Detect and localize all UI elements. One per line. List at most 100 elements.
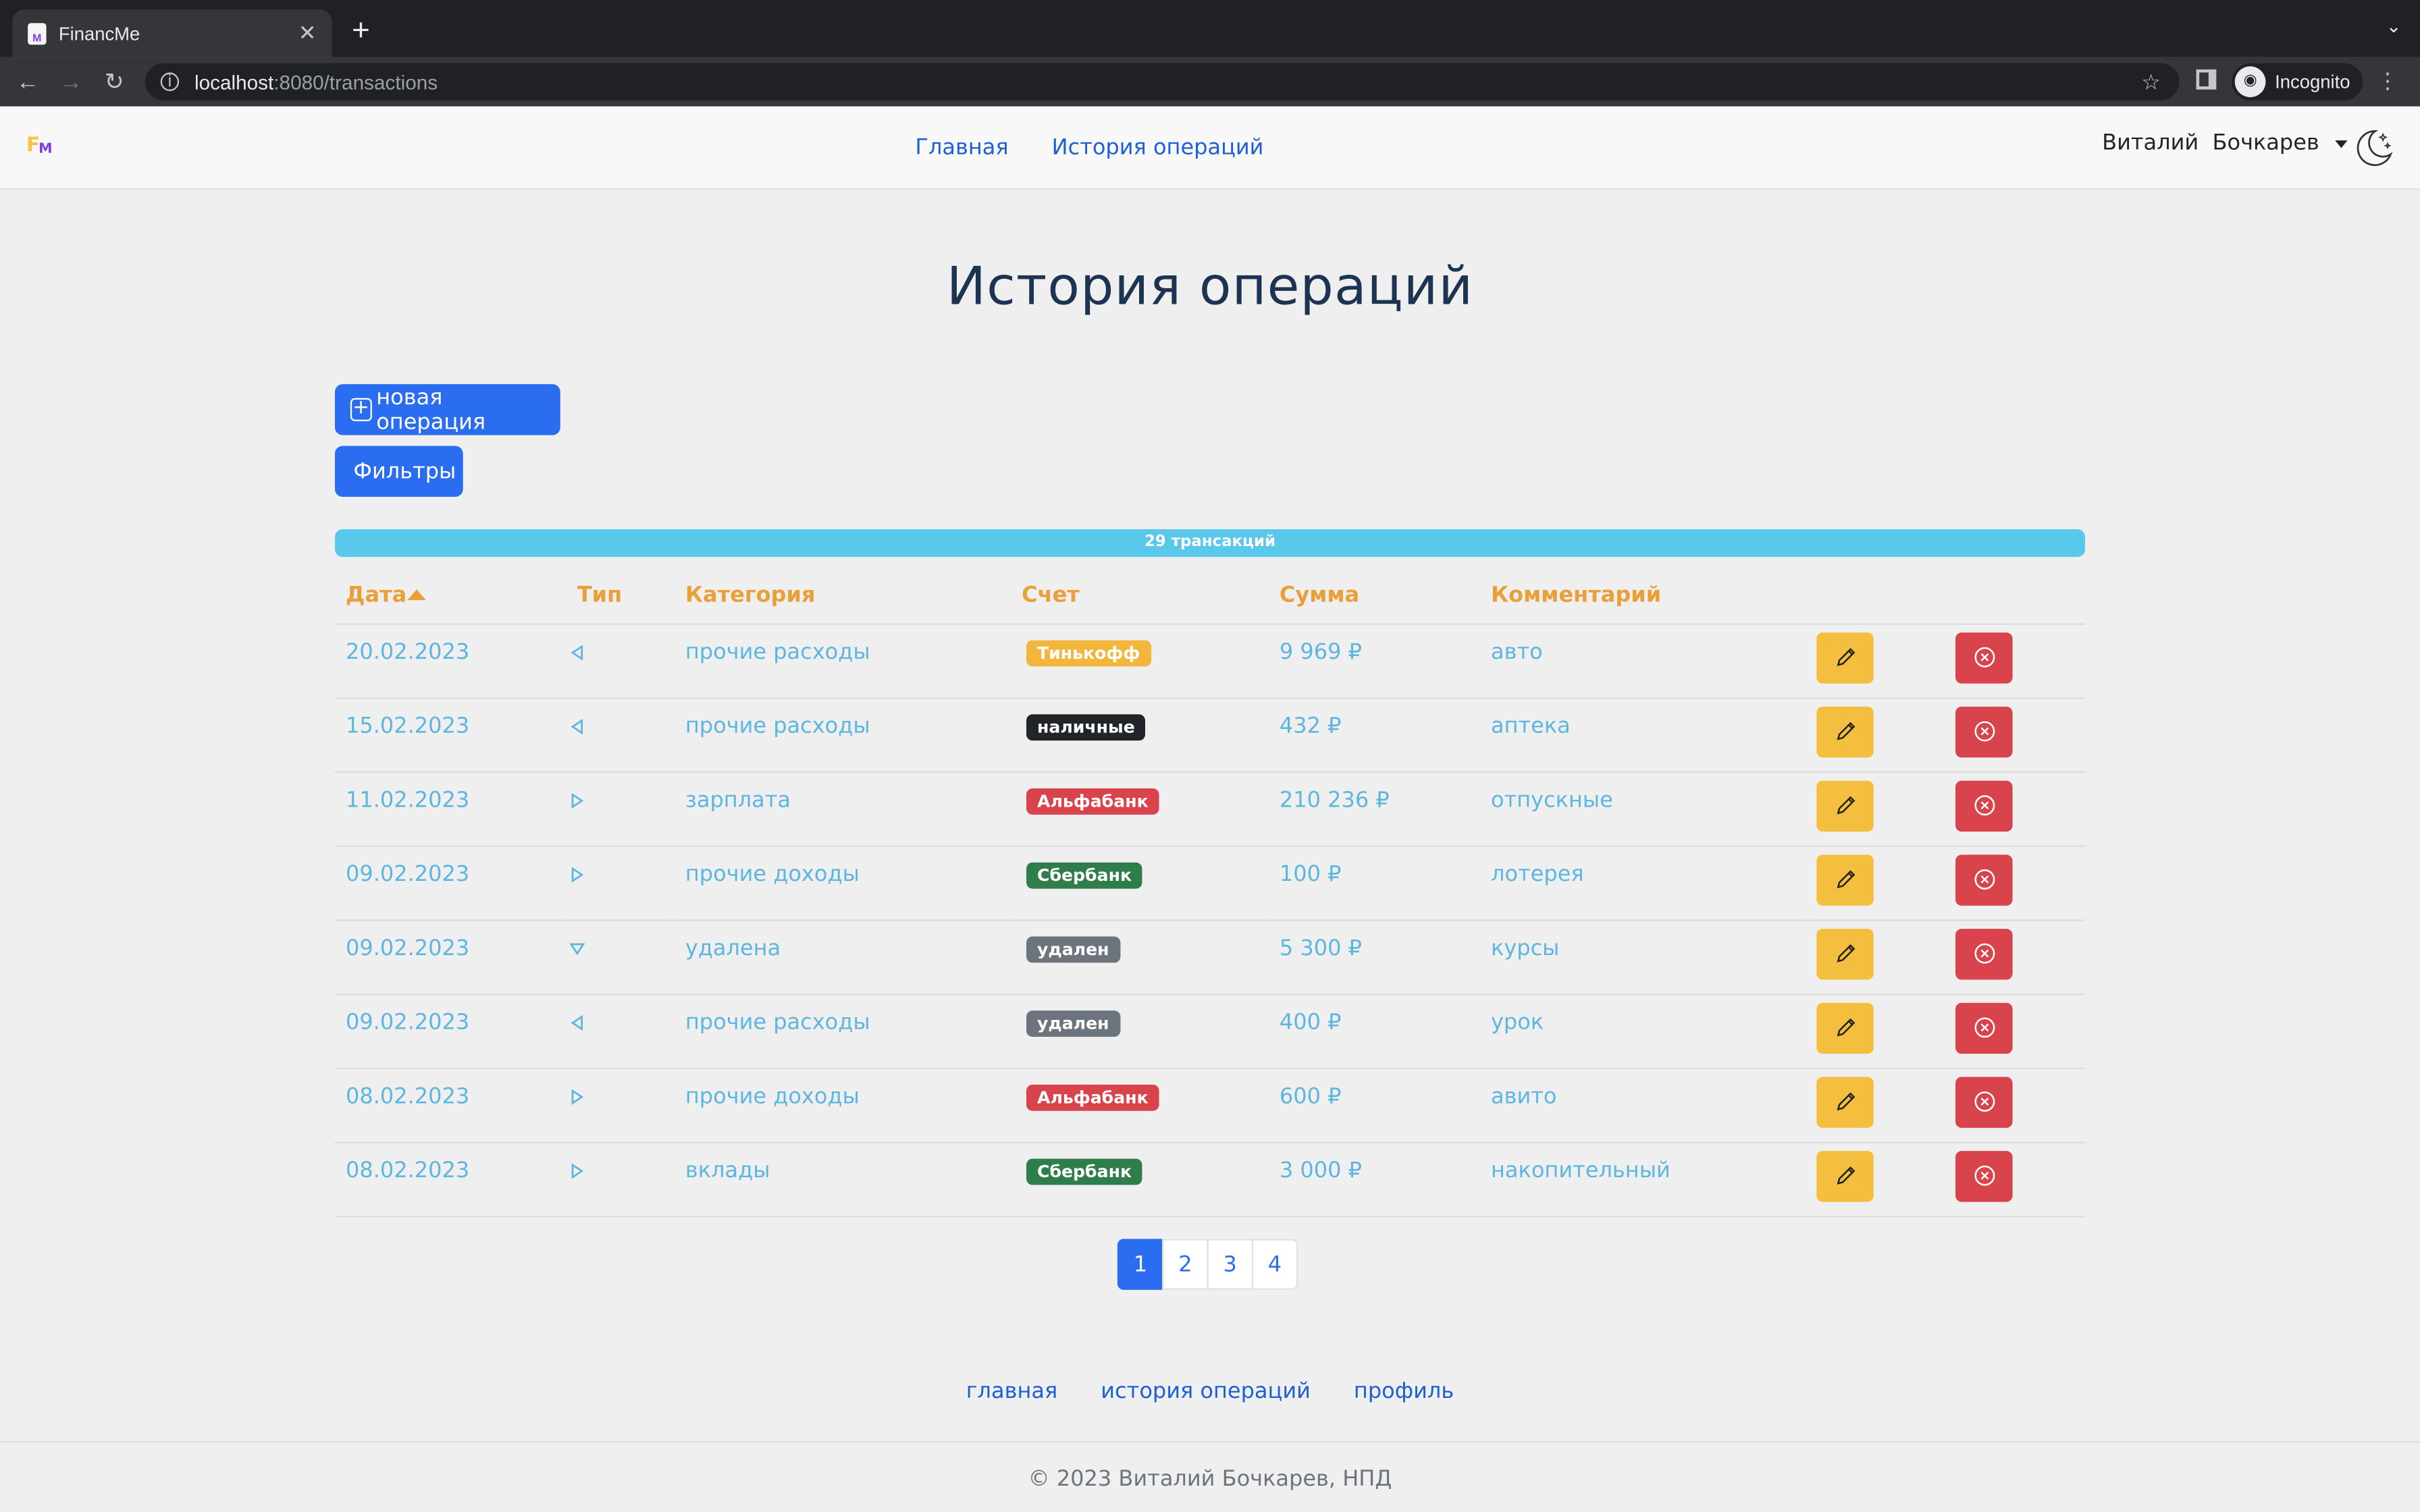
cell-comment: авто — [1479, 623, 1806, 699]
edit-button[interactable] — [1816, 1076, 1874, 1127]
cell-date: 08.02.2023 — [334, 1141, 567, 1217]
cell-account: Альфабанк — [1011, 1067, 1269, 1143]
account-badge: удален — [1026, 1009, 1120, 1036]
header-date[interactable]: Дата — [334, 568, 567, 624]
header-category[interactable]: Категория — [674, 568, 1011, 624]
page-3-button[interactable]: 3 — [1207, 1239, 1253, 1290]
cell-amount: 600 ₽ — [1268, 1067, 1480, 1143]
footer-link-history[interactable]: история операций — [1101, 1379, 1311, 1404]
cell-category: прочие доходы — [674, 1067, 1011, 1143]
forward-arrow-icon[interactable]: → — [49, 69, 93, 95]
pencil-icon — [1836, 944, 1855, 963]
delete-button[interactable] — [1955, 1002, 2013, 1053]
cell-date: 09.02.2023 — [334, 919, 567, 995]
x-circle-icon — [1974, 1165, 1995, 1186]
cell-category: зарплата — [674, 771, 1011, 846]
logo-letter-f: F — [26, 134, 41, 158]
edit-button[interactable] — [1816, 780, 1874, 831]
x-circle-icon — [1974, 795, 1995, 816]
back-arrow-icon[interactable]: ← — [6, 69, 49, 95]
edit-button[interactable] — [1816, 631, 1874, 683]
plus-square-icon: + — [350, 398, 372, 421]
cell-category: прочие расходы — [674, 697, 1011, 772]
filters-button[interactable]: Фильтры — [334, 446, 463, 497]
filters-label: Фильтры — [353, 458, 456, 484]
url-path: :8080/transactions — [273, 70, 438, 94]
copyright-text: © 2023 Виталий Бочкарев, НПД — [1028, 1467, 1392, 1492]
edit-button[interactable] — [1816, 705, 1874, 757]
cell-date: 09.02.2023 — [334, 845, 567, 921]
cell-category: вклады — [674, 1141, 1011, 1217]
expense-arrow-left-icon — [571, 1014, 583, 1030]
browser-tab-strip: M FinancMe ✕ + ⌄ — [0, 0, 2420, 57]
header-amount-label: Сумма — [1279, 583, 1360, 608]
header-delete — [1944, 568, 2085, 624]
table-row: 15.02.2023 прочие расходы наличные 432 ₽ апт… — [334, 697, 2085, 772]
cell-amount: 9 969 ₽ — [1268, 623, 1480, 699]
cell-delete — [1944, 1141, 2085, 1217]
delete-button[interactable] — [1955, 927, 2013, 979]
user-menu-dropdown[interactable]: Виталий Бочкарев — [2102, 131, 2347, 156]
header-account[interactable]: Счет — [1011, 568, 1269, 624]
page-4-button[interactable]: 4 — [1251, 1239, 1298, 1290]
cell-edit — [1806, 1141, 1945, 1217]
delete-button[interactable] — [1955, 705, 2013, 757]
page-2-button[interactable]: 2 — [1162, 1239, 1209, 1290]
header-comment[interactable]: Комментарий — [1479, 568, 1806, 624]
cell-edit — [1806, 993, 1945, 1069]
cell-comment: авито — [1479, 1067, 1806, 1143]
header-account-label: Счет — [1022, 583, 1080, 608]
site-info-icon[interactable]: i — [160, 72, 180, 91]
page-1-button[interactable]: 1 — [1117, 1239, 1164, 1290]
delete-button[interactable] — [1955, 780, 2013, 831]
cell-date: 20.02.2023 — [334, 623, 567, 699]
app-root: M FinancMe ✕ + ⌄ ← → ↻ i localhost :8080… — [0, 0, 2420, 1512]
close-tab-icon[interactable]: ✕ — [298, 20, 317, 47]
delete-button[interactable] — [1955, 631, 2013, 683]
new-operation-label: новая операция — [376, 385, 486, 435]
x-circle-icon — [1974, 1017, 1995, 1038]
edit-button[interactable] — [1816, 927, 1874, 979]
delete-button[interactable] — [1955, 854, 2013, 905]
footer-link-home[interactable]: главная — [966, 1379, 1058, 1404]
address-bar[interactable]: i localhost :8080/transactions ☆ — [144, 63, 2180, 101]
theme-toggle-moon-icon[interactable] — [2354, 128, 2394, 168]
nav-link-history[interactable]: История операций — [1052, 136, 1264, 161]
cell-edit — [1806, 919, 1945, 995]
tab-title: FinancMe — [58, 22, 140, 45]
new-operation-button[interactable]: + новая операция — [334, 384, 560, 435]
table-header-row: Дата Тип Категория Счет Сумма Комментари… — [334, 568, 2085, 624]
browser-tab[interactable]: M FinancMe ✕ — [12, 9, 332, 57]
cell-account: Альфабанк — [1011, 771, 1269, 846]
footer-link-profile[interactable]: профиль — [1354, 1379, 1454, 1404]
header-type[interactable]: Тип — [566, 568, 675, 624]
cell-category: прочие расходы — [674, 993, 1011, 1069]
income-arrow-right-icon — [571, 866, 584, 882]
app-logo[interactable]: F M — [26, 134, 54, 162]
incognito-icon: ◉ — [2234, 66, 2266, 97]
new-tab-icon[interactable]: + — [352, 14, 370, 50]
browser-menu-icon[interactable]: ⋮ — [2377, 68, 2398, 94]
edit-button[interactable] — [1816, 1150, 1874, 1202]
nav-link-home[interactable]: Главная — [915, 136, 1008, 161]
footer-divider — [0, 1440, 2420, 1443]
incognito-badge[interactable]: ◉ Incognito — [2232, 63, 2363, 101]
edit-button[interactable] — [1816, 1002, 1874, 1053]
x-circle-icon — [1974, 721, 1995, 742]
reload-icon[interactable]: ↻ — [93, 68, 136, 96]
cell-edit — [1806, 623, 1945, 699]
cell-edit — [1806, 697, 1945, 772]
delete-button[interactable] — [1955, 1076, 2013, 1127]
side-panel-icon[interactable] — [2196, 69, 2217, 90]
delete-button[interactable] — [1955, 1150, 2013, 1202]
cell-category: прочие расходы — [674, 623, 1011, 699]
bookmark-star-icon[interactable]: ☆ — [2141, 69, 2161, 95]
cell-edit — [1806, 771, 1945, 846]
cell-type — [566, 771, 675, 846]
tab-search-chevron-icon[interactable]: ⌄ — [2386, 16, 2402, 37]
table-row: 20.02.2023 прочие расходы Тинькофф 9 969 ₽ а… — [334, 623, 2085, 699]
transactions-count-label: 29 трансакций — [1144, 533, 1276, 551]
header-amount[interactable]: Сумма — [1268, 568, 1480, 624]
edit-button[interactable] — [1816, 854, 1874, 905]
pencil-icon — [1836, 1018, 1855, 1037]
